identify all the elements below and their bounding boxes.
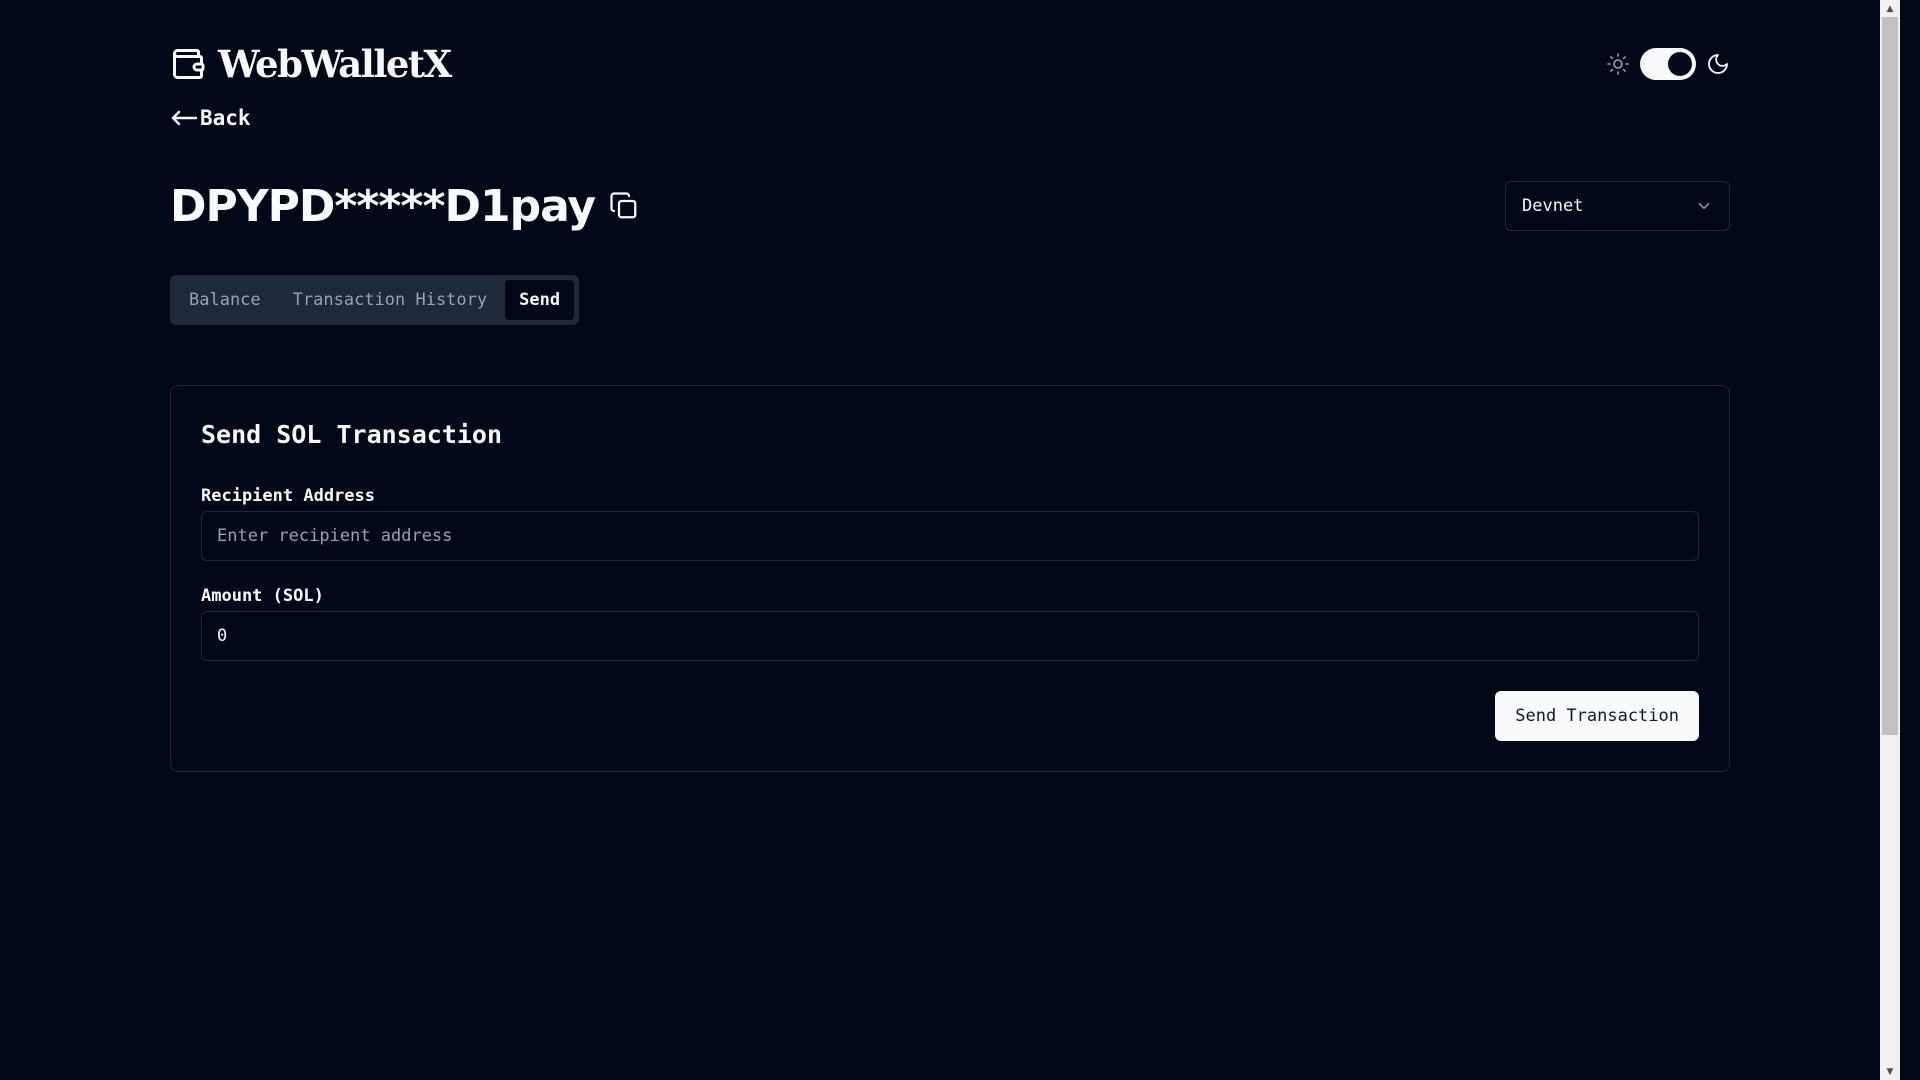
network-selected: Devnet [1522,196,1584,216]
copy-icon[interactable] [609,191,639,221]
card-title: Send SOL Transaction [201,420,503,449]
tab-label: Transaction History [292,290,488,310]
recipient-address-label: Recipient Address [201,486,375,506]
address-group: DPYPD*****D1pay [170,181,639,232]
back-button[interactable]: Back [170,106,251,130]
tab-label: Send [519,290,561,310]
network-select[interactable]: Devnet [1505,181,1730,231]
send-transaction-card: Send SOL Transaction Recipient Address A… [170,385,1730,772]
amount-input[interactable] [201,611,1699,661]
tab-send[interactable]: Send [505,280,575,320]
tab-transaction-history[interactable]: Transaction History [279,280,501,320]
tab-label: Balance [189,290,261,310]
app-header: WebWalletX [170,42,1730,86]
wallet-address-row: DPYPD*****D1pay Devnet [170,176,1730,236]
moon-icon [1706,52,1730,76]
scroll-down-icon[interactable]: ▼ [1880,1063,1900,1080]
wallet-tabs: Balance Transaction History Send [170,275,580,325]
app-page: WebWalletX Back DPYPD*****D1pay Devnet B… [0,0,1900,1080]
amount-label: Amount (SOL) [201,586,324,606]
wallet-icon [170,46,206,82]
recipient-address-input[interactable] [201,511,1699,561]
scroll-up-icon[interactable]: ▲ [1880,0,1900,17]
scrollbar-thumb[interactable] [1882,17,1898,735]
app-name: WebWalletX [218,42,452,86]
theme-switch [1606,48,1730,80]
page-scrollbar[interactable]: ▲ ▼ [1880,0,1900,1080]
send-transaction-button[interactable]: Send Transaction [1495,691,1699,741]
arrow-left-icon [170,108,198,128]
brand[interactable]: WebWalletX [170,42,452,86]
back-label: Back [200,106,251,130]
wallet-address: DPYPD*****D1pay [170,180,596,232]
sun-icon [1606,52,1630,76]
theme-toggle[interactable] [1640,48,1696,80]
tab-balance[interactable]: Balance [175,280,275,320]
chevron-down-icon [1695,197,1713,215]
toggle-knob [1668,52,1692,76]
